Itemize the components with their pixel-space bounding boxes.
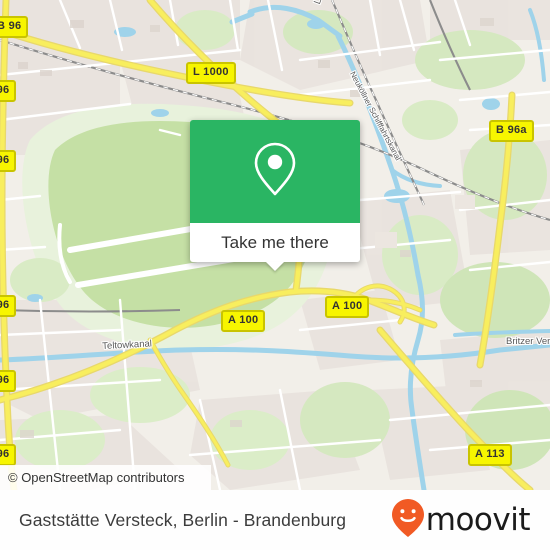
take-me-there-label: Take me there bbox=[221, 232, 329, 252]
road-shield-a113[interactable]: A 113 bbox=[468, 444, 512, 466]
osm-attribution: © OpenStreetMap contributors bbox=[0, 465, 211, 490]
place-title: Gaststätte Versteck, Berlin - Brandenbur… bbox=[19, 509, 347, 530]
popup-green-header bbox=[190, 120, 360, 223]
road-shield-b96-left-lower[interactable]: B 96 bbox=[0, 295, 17, 317]
map-label-britzer-verbindungskanal: Britzer Verbi bbox=[506, 336, 550, 347]
popup-pointer-tail bbox=[266, 262, 284, 271]
location-pin-icon bbox=[252, 140, 298, 203]
take-me-there-button[interactable]: Take me there bbox=[190, 223, 360, 271]
take-me-there-popup[interactable]: Take me there bbox=[190, 120, 360, 271]
moovit-wordmark: moovit bbox=[425, 501, 531, 538]
road-shield-a100-west[interactable]: A 100 bbox=[221, 310, 266, 332]
moovit-smiley-pin-icon bbox=[391, 498, 425, 543]
road-shield-l1000[interactable]: L 1000 bbox=[186, 62, 236, 84]
road-shield-b96-left-bottom[interactable]: B 96 bbox=[0, 370, 17, 392]
moovit-logo[interactable]: moovit bbox=[391, 498, 531, 543]
screenshot-root: B 96 B 96 L 1000 B 96a B 96 B 96 A 100 A 100 B 9… bbox=[0, 0, 550, 550]
road-shield-b96-left-mid[interactable]: B 96 bbox=[0, 150, 17, 172]
road-shield-b96-top-left[interactable]: B 96 bbox=[0, 16, 29, 38]
road-shield-a100-east[interactable]: A 100 bbox=[325, 296, 370, 318]
road-shield-b96a[interactable]: B 96a bbox=[489, 120, 534, 142]
footer-bar: Gaststätte Versteck, Berlin - Brandenbur… bbox=[0, 490, 550, 550]
road-shield-b96-left-base[interactable]: B 96 bbox=[0, 444, 17, 466]
road-shield-b96-left-upper[interactable]: B 96 bbox=[0, 80, 17, 102]
